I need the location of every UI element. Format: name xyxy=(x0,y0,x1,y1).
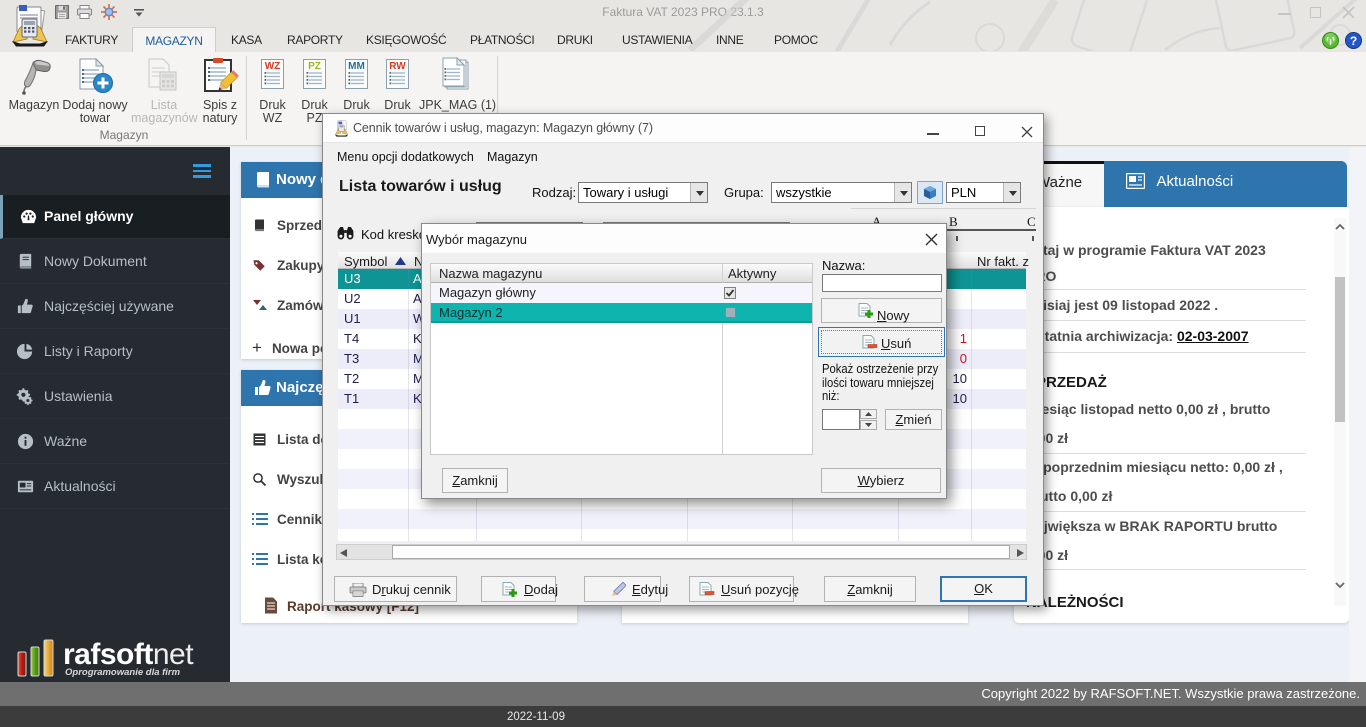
svg-text:PZ: PZ xyxy=(308,61,321,72)
svg-text:MM: MM xyxy=(348,61,365,72)
svg-text:WZ: WZ xyxy=(265,61,281,72)
svg-text:RW: RW xyxy=(389,61,406,72)
svg-text:?: ? xyxy=(1350,34,1357,48)
